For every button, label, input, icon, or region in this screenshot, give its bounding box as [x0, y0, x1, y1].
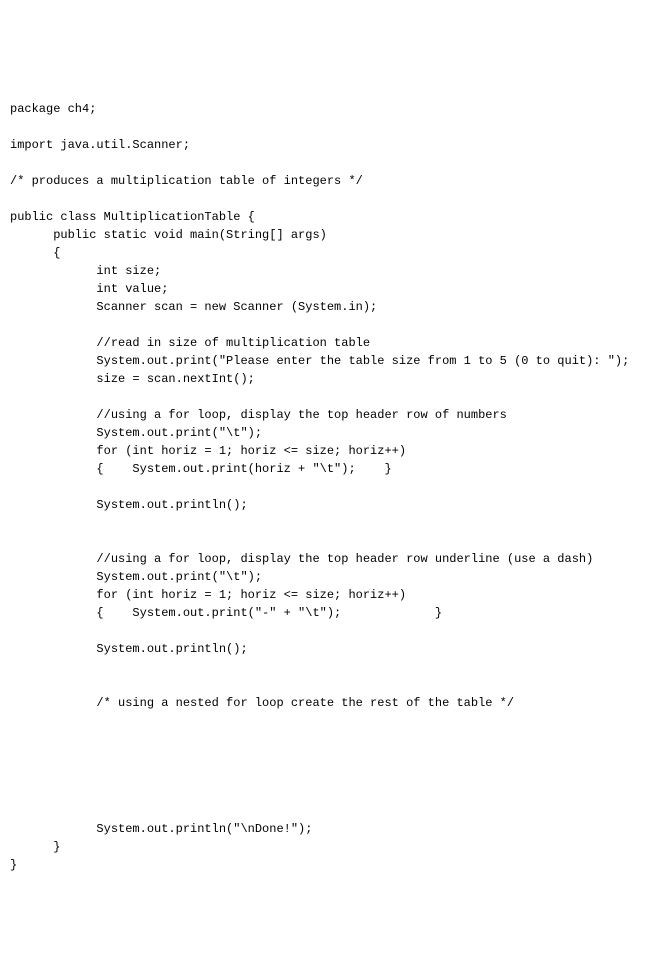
code-line: import java.util.Scanner; — [10, 138, 190, 152]
code-line: int size; — [10, 264, 161, 278]
code-line: { — [10, 246, 60, 260]
code-line: System.out.print("\t"); — [10, 570, 262, 584]
code-line: /* produces a multiplication table of in… — [10, 174, 363, 188]
code-line: System.out.println(); — [10, 498, 248, 512]
code-line: for (int horiz = 1; horiz <= size; horiz… — [10, 588, 406, 602]
code-block: package ch4; import java.util.Scanner; /… — [10, 82, 660, 874]
code-line: public class MultiplicationTable { — [10, 210, 255, 224]
code-line: Scanner scan = new Scanner (System.in); — [10, 300, 377, 314]
code-line: package ch4; — [10, 102, 96, 116]
code-line: //read in size of multiplication table — [10, 336, 370, 350]
code-line: System.out.print("\t"); — [10, 426, 262, 440]
code-line: int value; — [10, 282, 168, 296]
code-line: { System.out.print(horiz + "\t"); } — [10, 462, 392, 476]
code-line: System.out.print("Please enter the table… — [10, 354, 629, 368]
code-line: //using a for loop, display the top head… — [10, 408, 507, 422]
code-line: System.out.println("\nDone!"); — [10, 822, 312, 836]
code-line: //using a for loop, display the top head… — [10, 552, 593, 566]
code-line: size = scan.nextInt(); — [10, 372, 255, 386]
code-line: { System.out.print("-" + "\t"); } — [10, 606, 442, 620]
code-line: for (int horiz = 1; horiz <= size; horiz… — [10, 444, 406, 458]
code-line: } — [10, 840, 60, 854]
code-line: /* using a nested for loop create the re… — [10, 696, 514, 710]
code-line: System.out.println(); — [10, 642, 248, 656]
code-line: public static void main(String[] args) — [10, 228, 327, 242]
code-line: } — [10, 858, 17, 872]
